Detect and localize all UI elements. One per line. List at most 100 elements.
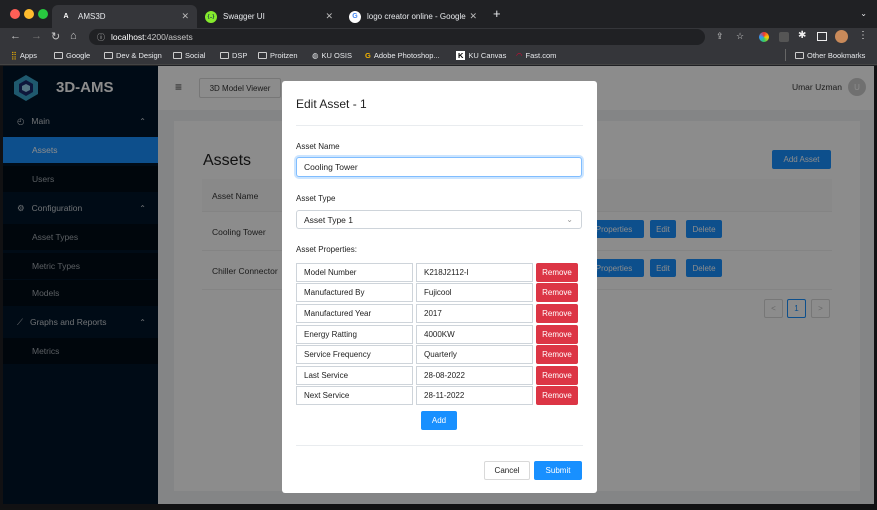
fast-gauge-icon: ◠ [516,51,523,60]
bookmark-apps[interactable]: ⣿ Apps [11,51,37,60]
forward-arrow-icon[interactable]: → [31,30,42,42]
asset-type-select[interactable]: Asset Type 1 ⌄ [296,210,582,229]
share-icon[interactable]: ⇪ [716,31,724,42]
edit-asset-modal: Edit Asset - 1 Asset Name Asset Type Ass… [282,81,597,493]
property-value-input[interactable]: 28-11-2022 [416,386,533,405]
property-value-input[interactable]: 2017 [416,304,533,323]
close-tab-icon[interactable]: ✕ [181,11,189,22]
remove-property-button[interactable]: Remove [536,263,578,282]
menu-kebab-icon[interactable]: ⋮ [858,30,868,41]
add-property-button[interactable]: Add [421,411,457,430]
ku-logo-icon: K [456,51,466,60]
tab-search-chevron-icon[interactable]: ⌄ [860,9,867,18]
home-icon[interactable]: ⌂ [70,30,77,42]
property-key-input[interactable]: Manufactured Year [296,304,413,323]
browser-tab-ams3d[interactable]: A AMS3D ✕ [52,5,197,28]
property-value-input[interactable]: 4000KW [416,325,533,344]
property-value-input[interactable]: K218J2112-I [416,263,533,282]
browser-tab-google[interactable]: G logo creator online - Google Se ✕ [341,5,485,28]
bookmark-proitzen[interactable]: Proitzen [258,51,298,60]
property-key-input[interactable]: Manufactured By [296,283,413,302]
folder-icon [173,52,182,59]
asset-name-label: Asset Name [296,142,340,151]
globe-icon: ◍ [312,51,319,60]
minimize-window-icon[interactable] [24,9,34,19]
property-row: Next Service 28-11-2022 Remove [296,386,580,405]
remove-property-button[interactable]: Remove [536,345,578,364]
property-key-input[interactable]: Last Service [296,366,413,385]
url-input[interactable]: ⓘ localhost:4200/assets [89,29,705,45]
tab-title: Swagger UI [223,12,265,21]
tab-title: AMS3D [78,12,106,21]
property-key-input[interactable]: Next Service [296,386,413,405]
bookmark-google[interactable]: Google [54,51,90,60]
new-tab-icon[interactable]: + [493,6,501,21]
extensions-puzzle-icon[interactable]: ✱ [798,30,806,41]
bookmark-dsp[interactable]: DSP [220,51,247,60]
property-key-input[interactable]: Model Number [296,263,413,282]
asset-type-value: Asset Type 1 [304,214,353,225]
folder-icon [795,52,804,59]
bookmark-fast[interactable]: ◠ Fast.com [516,51,556,60]
bookmark-label: Adobe Photoshop... [373,51,440,60]
bookmark-dev-design[interactable]: Dev & Design [104,51,162,60]
swagger-favicon-icon: {..} [205,10,217,23]
property-value-input[interactable]: Quarterly [416,345,533,364]
property-key-input[interactable]: Service Frequency [296,345,413,364]
chevron-down-icon: ⌄ [566,215,573,224]
remove-property-button[interactable]: Remove [536,283,578,302]
close-tab-icon[interactable]: ✕ [325,11,333,22]
cancel-button[interactable]: Cancel [484,461,530,480]
remove-property-button[interactable]: Remove [536,304,578,323]
bookmark-label: Google [66,51,91,60]
profile-avatar-icon[interactable] [835,30,848,43]
back-arrow-icon[interactable]: ← [10,30,21,42]
submit-button[interactable]: Submit [534,461,582,480]
property-value-input[interactable]: 28-08-2022 [416,366,533,385]
url-path: :4200/assets [144,32,193,42]
bookmark-label: Social [185,51,206,60]
modal-header-divider [296,125,583,126]
google-g-icon: G [365,51,371,60]
bookmark-ku-canvas[interactable]: K KU Canvas [456,51,506,60]
bookmark-other[interactable]: Other Bookmarks [795,51,865,60]
asset-properties-label: Asset Properties: [296,245,357,254]
url-host: localhost [111,32,145,42]
folder-icon [220,52,229,59]
modal-footer-divider [296,445,583,446]
bookmarks-divider [785,49,786,61]
property-value-input[interactable]: Fujicool [416,283,533,302]
property-row: Last Service 28-08-2022 Remove [296,366,580,385]
bookmark-star-icon[interactable]: ☆ [736,31,744,42]
remove-property-button[interactable]: Remove [536,325,578,344]
extension-color-icon[interactable] [759,32,769,42]
folder-icon [104,52,113,59]
browser-tab-swagger[interactable]: {..} Swagger UI ✕ [197,5,341,28]
bookmark-label: KU OSIS [321,51,352,60]
close-window-icon[interactable] [10,9,20,19]
asset-name-input[interactable] [296,157,582,177]
url-text: localhost:4200/assets [111,32,193,42]
property-key-input[interactable]: Energy Ratting [296,325,413,344]
bookmark-label: Apps [19,51,37,60]
bookmark-label: Other Bookmarks [807,51,866,60]
bookmark-ku-osis[interactable]: ◍ KU OSIS [312,51,352,60]
bookmark-photoshop[interactable]: G Adobe Photoshop... [365,51,440,60]
remove-property-button[interactable]: Remove [536,366,578,385]
bookmark-social[interactable]: Social [173,51,205,60]
bookmarks-bar: ⣿ Apps Google Dev & Design Social DSP Pro… [0,46,877,65]
bookmark-label: Dev & Design [116,51,162,60]
site-info-icon[interactable]: ⓘ [97,32,105,43]
property-row: Model Number K218J2112-I Remove [296,263,580,282]
side-panel-icon[interactable] [817,32,827,41]
angular-favicon-icon: A [63,13,69,20]
reload-icon[interactable]: ↻ [51,30,60,43]
google-favicon-icon: G [349,10,361,23]
maximize-window-icon[interactable] [38,9,48,19]
modal-title: Edit Asset - 1 [296,97,367,111]
close-tab-icon[interactable]: ✕ [469,11,477,22]
bookmark-label: Fast.com [525,51,557,60]
bookmark-label: Proitzen [270,51,298,60]
remove-property-button[interactable]: Remove [536,386,578,405]
extension-gray-icon[interactable] [779,32,789,42]
